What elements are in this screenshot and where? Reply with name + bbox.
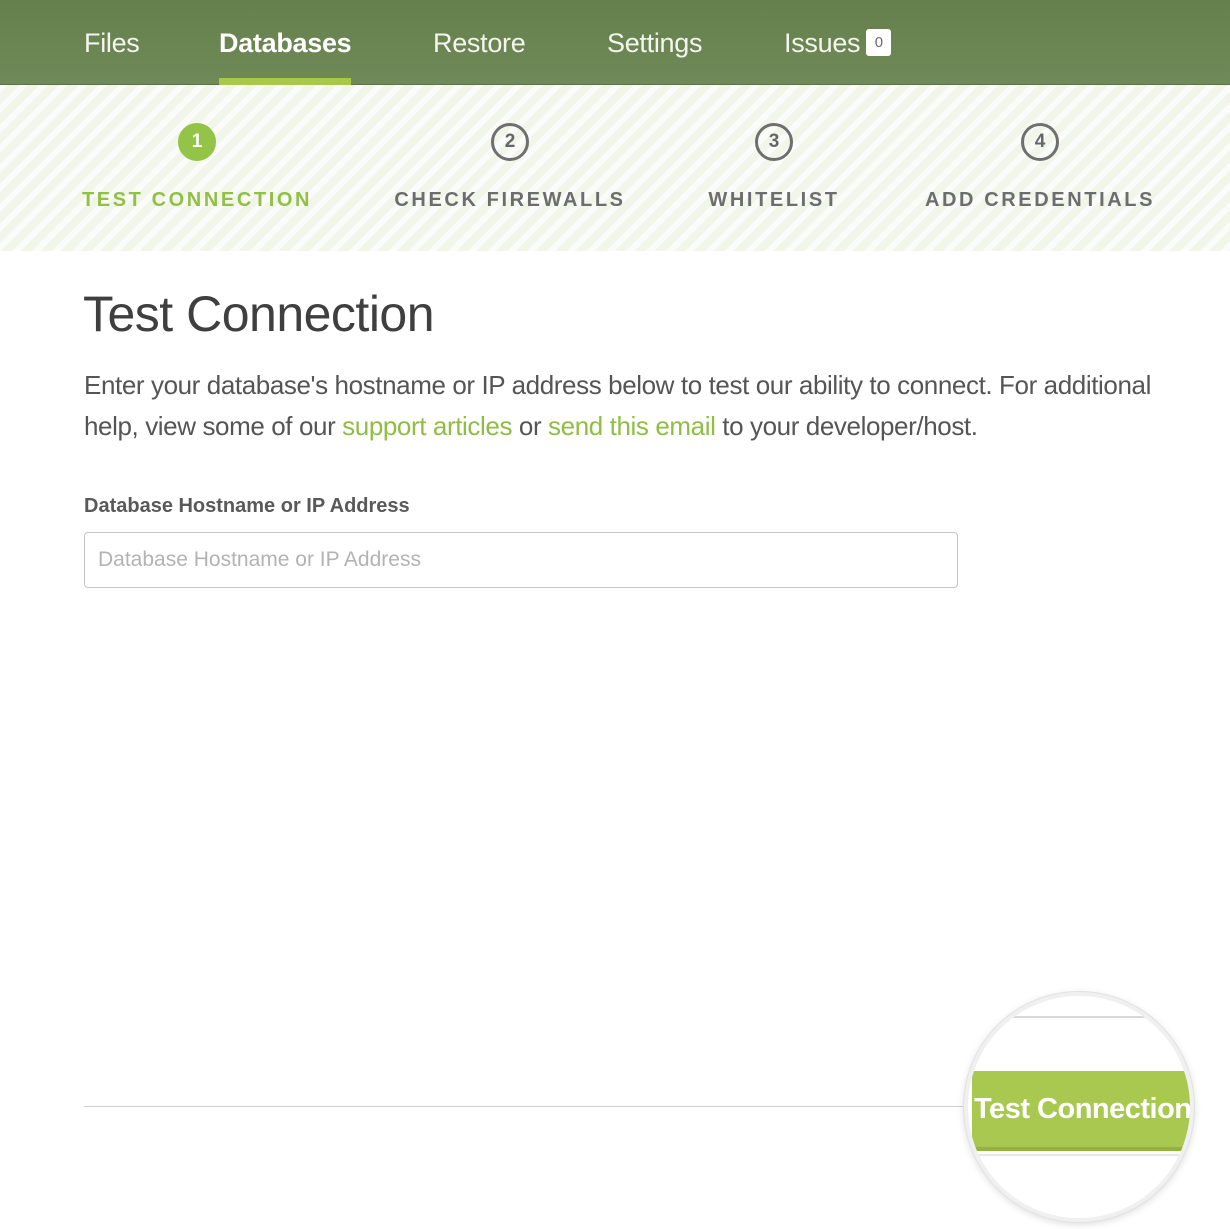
send-email-link[interactable]: send this email bbox=[548, 411, 716, 441]
intro-text: Enter your database's hostname or IP add… bbox=[84, 365, 1184, 447]
step-number-3: 3 bbox=[755, 123, 793, 161]
magnifier-bottom-line bbox=[968, 1154, 1190, 1156]
tab-restore[interactable]: Restore bbox=[433, 0, 526, 85]
tab-issues[interactable]: Issues 0 bbox=[784, 0, 892, 85]
issues-count-badge: 0 bbox=[866, 29, 892, 57]
step-label-whitelist: WHITELIST bbox=[708, 189, 840, 211]
hostname-input[interactable] bbox=[84, 532, 958, 588]
intro-text-middle: or bbox=[512, 411, 549, 441]
step-test-connection[interactable]: 1 TEST CONNECTION bbox=[76, 85, 318, 251]
magnifier-divider-line bbox=[968, 1016, 1190, 1018]
step-number-4: 4 bbox=[1021, 123, 1059, 161]
tab-issues-label: Issues bbox=[784, 28, 861, 58]
step-add-credentials[interactable]: 4 ADD CREDENTIALS bbox=[918, 85, 1162, 251]
step-number-1: 1 bbox=[178, 123, 216, 161]
page-title: Test Connection bbox=[83, 286, 435, 342]
step-check-firewalls[interactable]: 2 CHECK FIREWALLS bbox=[390, 85, 630, 251]
test-connection-button[interactable]: Test Connection bbox=[972, 1071, 1190, 1151]
top-navigation: Files Databases Restore Settings Issues 0 bbox=[0, 0, 1230, 85]
intro-text-end: to your developer/host. bbox=[715, 411, 978, 441]
tab-settings[interactable]: Settings bbox=[607, 0, 702, 85]
wizard-steps: 1 TEST CONNECTION 2 CHECK FIREWALLS 3 WH… bbox=[0, 85, 1230, 251]
tab-files[interactable]: Files bbox=[84, 0, 140, 85]
step-number-2: 2 bbox=[491, 123, 529, 161]
hostname-field-label: Database Hostname or IP Address bbox=[84, 495, 410, 517]
magnifier-callout: Test Connection bbox=[964, 992, 1194, 1222]
step-label-check-firewalls: CHECK FIREWALLS bbox=[394, 189, 626, 211]
step-label-add-credentials: ADD CREDENTIALS bbox=[924, 189, 1156, 211]
step-label-test-connection: TEST CONNECTION bbox=[81, 189, 313, 211]
step-whitelist[interactable]: 3 WHITELIST bbox=[700, 85, 848, 251]
support-articles-link[interactable]: support articles bbox=[342, 411, 512, 441]
tab-databases[interactable]: Databases bbox=[219, 0, 352, 85]
